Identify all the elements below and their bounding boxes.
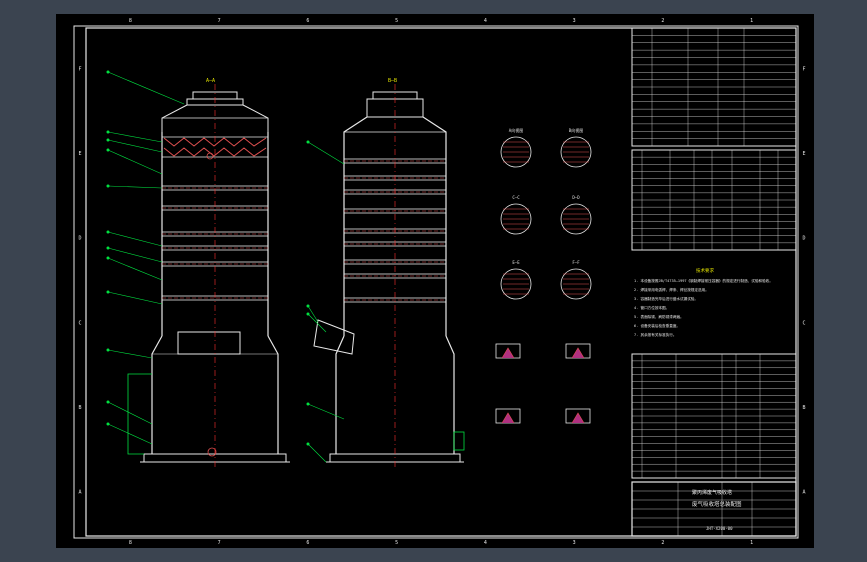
title-block-company: 聚丙烯废气吸收塔 <box>692 489 732 496</box>
side-view: B—B <box>306 78 465 470</box>
border-column-label: 3 <box>573 18 576 24</box>
title-block-drawing-no: JHT-X200-00 <box>706 526 733 531</box>
detail-label: C—C <box>512 195 520 200</box>
border-row-label: C <box>802 320 805 326</box>
table-area: 技术要求 1. 本设备按照JB/T4735—1997《钢制焊接常压容器》的规定进… <box>631 27 797 537</box>
border-column-label: 3 <box>573 540 576 546</box>
border-column-label: 6 <box>306 18 309 24</box>
border-column-label: 7 <box>218 18 221 24</box>
border-column-label: 4 <box>484 540 487 546</box>
border-column-label: 4 <box>484 18 487 24</box>
cad-viewport[interactable]: 1 1 2 2 3 3 4 4 5 5 6 6 7 7 8 8 F F E E D D C C B B A A A—A B—B A向… <box>0 0 867 562</box>
border-row-label: E <box>802 151 805 157</box>
note-item: 6. 设备安装后检查垂直度。 <box>634 323 680 328</box>
border-column-label: 2 <box>661 18 664 24</box>
border-column-label: 7 <box>218 540 221 546</box>
detail-label: F—F <box>572 260 580 265</box>
border-column-label: 5 <box>395 540 398 546</box>
note-item: 3. 容器制造完毕后进行盛水试漏试验。 <box>634 296 698 301</box>
title-block-title: 废气吸收塔总装配图 <box>692 500 742 508</box>
border-row-label: A <box>78 490 81 496</box>
front-view: A—A <box>106 70 290 470</box>
drawing-sheet: 1 1 2 2 3 3 4 4 5 5 6 6 7 7 8 8 F F E E D D C C B B A A A—A B—B A向… <box>56 14 814 548</box>
side-view-title: B—B <box>388 78 397 84</box>
notes-list: 1. 本设备按照JB/T4735—1997《钢制焊接常压容器》的规定进行制造、试… <box>634 278 773 337</box>
detail-label: E—E <box>512 260 520 265</box>
notes-heading: 技术要求 <box>696 267 714 274</box>
note-item: 2. 焊接采用电弧焊，焊条、焊丝按规定选用。 <box>634 287 709 292</box>
note-item: 4. 管口方位按本图。 <box>634 305 669 310</box>
border-column-label: 6 <box>306 540 309 546</box>
cad-drawing: 1 1 2 2 3 3 4 4 5 5 6 6 7 7 8 8 F F E E D D C C B B A A A—A <box>73 18 806 546</box>
detail-views: A向视图 B向视图 C—C D—D E—E F—F <box>495 127 592 424</box>
border-row-label: B <box>78 405 81 411</box>
detail-label: A向视图 <box>509 127 523 133</box>
detail-label: D—D <box>572 195 580 200</box>
note-item: 5. 表面除锈，刷防锈漆两遍。 <box>634 314 684 319</box>
border-column-label: 5 <box>395 18 398 24</box>
border-row-label: B <box>802 405 805 411</box>
border-column-label: 8 <box>129 18 132 24</box>
border-column-label: 1 <box>750 18 753 24</box>
border-row-label: D <box>78 236 81 242</box>
border-row-label: F <box>78 66 81 72</box>
note-item: 1. 本设备按照JB/T4735—1997《钢制焊接常压容器》的规定进行制造、试… <box>634 278 773 283</box>
note-item: 7. 其余按有关标准执行。 <box>634 332 676 337</box>
border-row-label: F <box>802 66 805 72</box>
border-row-label: A <box>802 490 805 496</box>
border-row-label: E <box>78 151 81 157</box>
border-row-label: D <box>802 236 805 242</box>
border-row-label: C <box>78 320 81 326</box>
border-column-label: 8 <box>129 540 132 546</box>
detail-label: B向视图 <box>569 127 583 133</box>
border-column-label: 2 <box>661 540 664 546</box>
front-view-title: A—A <box>206 78 215 84</box>
border-column-label: 1 <box>750 540 753 546</box>
